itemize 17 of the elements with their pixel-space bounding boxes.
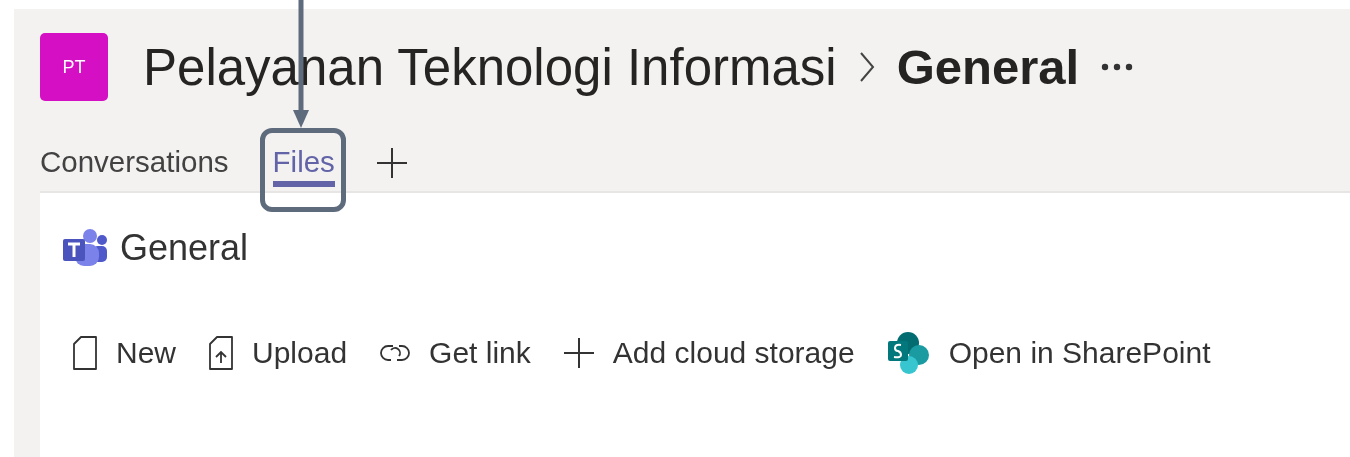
channel-name: General — [896, 39, 1080, 95]
more-icon[interactable] — [1101, 63, 1134, 71]
sharepoint-button[interactable]: Open in SharePoint — [886, 331, 1211, 375]
chevron-icon — [858, 52, 875, 82]
document-icon — [72, 336, 98, 370]
upload-button[interactable]: Upload — [208, 336, 348, 370]
channel-title: General — [120, 227, 249, 269]
team-avatar: PT — [40, 33, 108, 101]
tab[interactable]: Conversations — [40, 139, 229, 187]
plus-icon — [562, 337, 595, 369]
new-button[interactable]: New — [72, 336, 176, 370]
sharepoint-icon — [886, 331, 931, 375]
teams-icon — [62, 228, 108, 268]
link-button[interactable]: Get link — [379, 336, 531, 370]
upload-icon — [208, 336, 234, 370]
add-tab-icon[interactable] — [375, 147, 408, 179]
add-button[interactable]: Add cloud storage — [562, 336, 855, 370]
